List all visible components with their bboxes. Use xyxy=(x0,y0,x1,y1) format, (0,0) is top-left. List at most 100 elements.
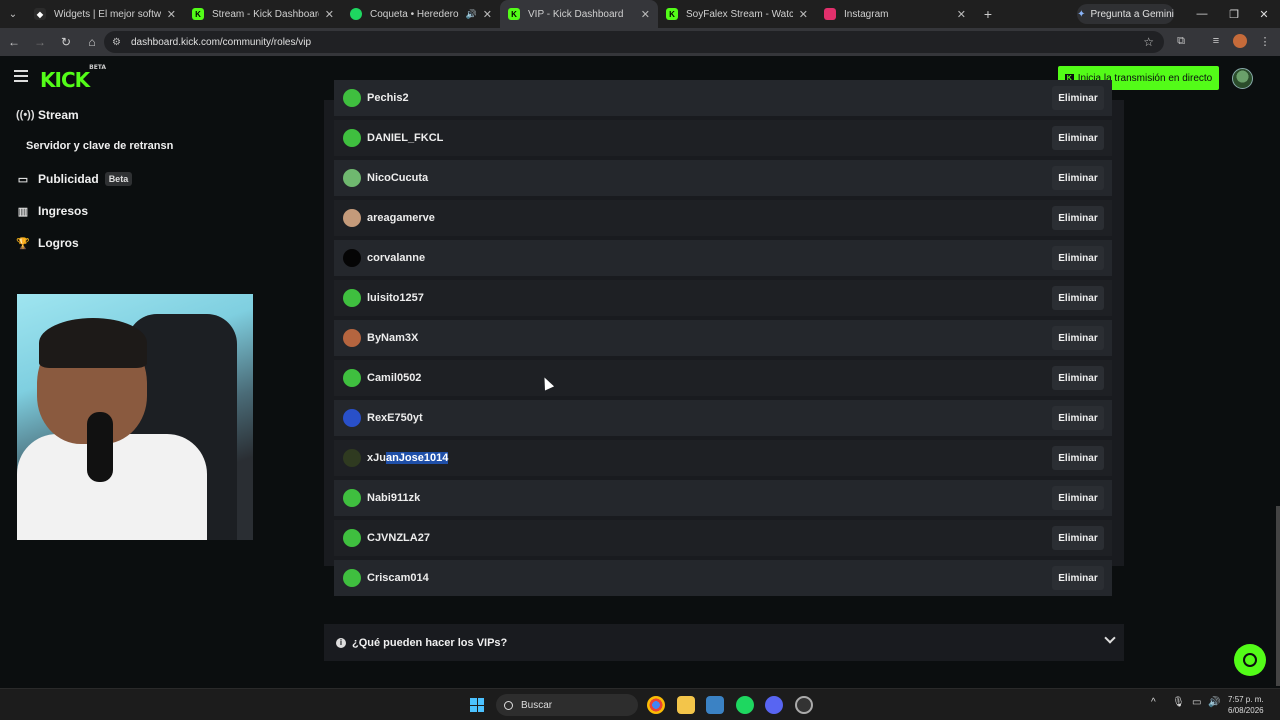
close-tab-icon[interactable]: ✕ xyxy=(799,8,808,21)
remove-vip-button[interactable]: Eliminar xyxy=(1052,126,1104,150)
microphone-icon[interactable]: 🎙 xyxy=(1172,697,1185,708)
vip-avatar[interactable] xyxy=(343,449,361,467)
tab-vip-dashboard[interactable]: K VIP - Kick Dashboard ✕ xyxy=(500,0,658,28)
remove-vip-button[interactable]: Eliminar xyxy=(1052,366,1104,390)
tab-instagram[interactable]: Instagram ✕ xyxy=(816,0,974,28)
user-avatar[interactable] xyxy=(1232,68,1253,89)
vip-avatar[interactable] xyxy=(343,209,361,227)
scrollbar-thumb[interactable] xyxy=(1276,506,1280,686)
bookmark-star-icon[interactable]: ☆ xyxy=(1143,35,1154,49)
vip-username[interactable]: RexE750yt xyxy=(367,412,423,424)
webcam-overlay xyxy=(17,294,253,540)
vip-row: ByNam3X Eliminar xyxy=(334,320,1112,356)
vip-list-panel: Pechis2 Eliminar DANIEL_FKCL Eliminar NicoCu… xyxy=(324,80,1124,596)
remove-vip-button[interactable]: Eliminar xyxy=(1052,206,1104,230)
vip-avatar[interactable] xyxy=(343,129,361,147)
vip-avatar[interactable] xyxy=(343,529,361,547)
vip-username[interactable]: luisito1257 xyxy=(367,292,424,304)
minimize-icon[interactable]: — xyxy=(1186,0,1218,28)
remove-vip-button[interactable]: Eliminar xyxy=(1052,566,1104,590)
spotify-icon[interactable] xyxy=(736,696,754,714)
tab-stream-dashboard[interactable]: K Stream - Kick Dashboard ✕ xyxy=(184,0,342,28)
browser-menu-icon[interactable]: ⋮ xyxy=(1254,30,1276,52)
vip-username[interactable]: Camil0502 xyxy=(367,372,421,384)
vip-avatar[interactable] xyxy=(343,369,361,387)
new-tab-icon[interactable]: + xyxy=(978,6,998,22)
remove-vip-button[interactable]: Eliminar xyxy=(1052,446,1104,470)
vip-faq-accordion[interactable]: i ¿Qué pueden hacer los VIPs? xyxy=(324,624,1124,661)
close-tab-icon[interactable]: ✕ xyxy=(641,8,650,21)
file-explorer-icon[interactable] xyxy=(677,696,695,714)
tab-widgets[interactable]: ◆ Widgets | El mejor software par ✕ xyxy=(26,0,184,28)
kick-logo[interactable]: KICKBETA xyxy=(40,64,106,92)
sidebar-item-stream[interactable]: ((•)) Stream xyxy=(16,108,79,122)
kick-dashboard-page: KICKBETA K Inicia la transmisión en direc… xyxy=(0,56,1280,688)
remove-vip-button[interactable]: Eliminar xyxy=(1052,286,1104,310)
extensions-icon[interactable]: ⧉ xyxy=(1170,30,1192,52)
spotify-favicon-icon xyxy=(350,8,362,20)
tab-soyfalex[interactable]: K SoyFalex Stream - Watch Live o ✕ xyxy=(658,0,816,28)
sidebar-item-achievements[interactable]: 🏆 Logros xyxy=(16,236,79,250)
tray-chevron-icon[interactable]: ^ xyxy=(1151,697,1156,708)
back-icon[interactable]: ← xyxy=(2,30,26,54)
maximize-icon[interactable]: ❐ xyxy=(1218,0,1250,28)
vip-username[interactable]: DANIEL_FKCL xyxy=(367,132,443,144)
sidebar-item-server-key[interactable]: Servidor y clave de retransn xyxy=(26,140,173,152)
menu-icon[interactable] xyxy=(14,70,28,82)
url-bar[interactable]: ⚙ dashboard.kick.com/community/roles/vip… xyxy=(104,31,1164,53)
vip-avatar[interactable] xyxy=(343,329,361,347)
remove-vip-button[interactable]: Eliminar xyxy=(1052,86,1104,110)
vip-username[interactable]: Criscam014 xyxy=(367,572,429,584)
vip-username[interactable]: areagamerve xyxy=(367,212,435,224)
vip-username[interactable]: Nabi911zk xyxy=(367,492,420,504)
vip-username[interactable]: CJVNZLA27 xyxy=(367,532,430,544)
taskbar-search[interactable]: Buscar xyxy=(496,694,638,716)
vip-avatar[interactable] xyxy=(343,289,361,307)
tab-search-icon[interactable]: ⌄ xyxy=(0,0,26,28)
tab-spotify[interactable]: Coqueta • Heredero 🔊 ✕ xyxy=(342,0,500,28)
beta-badge: Beta xyxy=(104,172,133,186)
remove-vip-button[interactable]: Eliminar xyxy=(1052,486,1104,510)
close-tab-icon[interactable]: ✕ xyxy=(483,8,492,21)
windows-start-icon[interactable] xyxy=(470,698,484,712)
reload-icon[interactable]: ↻ xyxy=(54,30,78,54)
network-icon[interactable]: ▭ xyxy=(1192,697,1201,708)
site-info-icon[interactable]: ⚙ xyxy=(112,37,121,48)
vip-avatar[interactable] xyxy=(343,249,361,267)
vip-avatar[interactable] xyxy=(343,89,361,107)
gemini-button[interactable]: ✦ Pregunta a Gemini xyxy=(1077,4,1174,24)
discord-icon[interactable] xyxy=(765,696,783,714)
store-icon[interactable] xyxy=(706,696,724,714)
close-window-icon[interactable]: ✕ xyxy=(1248,0,1280,28)
vip-avatar[interactable] xyxy=(343,409,361,427)
vip-username[interactable]: NicoCucuta xyxy=(367,172,428,184)
settings-icon[interactable] xyxy=(795,696,813,714)
forward-icon[interactable]: → xyxy=(28,30,52,54)
system-clock[interactable]: 7:57 p. m. 6/08/2026 xyxy=(1228,694,1264,716)
remove-vip-button[interactable]: Eliminar xyxy=(1052,326,1104,350)
remove-vip-button[interactable]: Eliminar xyxy=(1052,526,1104,550)
media-control-icon[interactable]: ≡ xyxy=(1205,30,1227,52)
sidebar-item-ads[interactable]: ▭ Publicidad Beta xyxy=(16,172,133,186)
chrome-icon[interactable] xyxy=(647,696,665,714)
speaker-icon[interactable]: 🔊 xyxy=(466,9,477,20)
vip-username[interactable]: ByNam3X xyxy=(367,332,418,344)
sidebar-item-revenue[interactable]: ▥ Ingresos xyxy=(16,204,88,218)
close-tab-icon[interactable]: ✕ xyxy=(325,8,334,21)
vip-avatar[interactable] xyxy=(343,169,361,187)
remove-vip-button[interactable]: Eliminar xyxy=(1052,246,1104,270)
remove-vip-button[interactable]: Eliminar xyxy=(1052,406,1104,430)
profile-icon[interactable] xyxy=(1229,30,1251,52)
vip-avatar[interactable] xyxy=(343,489,361,507)
vip-avatar[interactable] xyxy=(343,569,361,587)
help-chat-button[interactable] xyxy=(1234,644,1266,676)
close-tab-icon[interactable]: ✕ xyxy=(957,8,966,21)
vip-username[interactable]: corvalanne xyxy=(367,252,425,264)
remove-vip-button[interactable]: Eliminar xyxy=(1052,166,1104,190)
volume-icon[interactable]: 🔊 xyxy=(1208,697,1220,708)
vip-row: Camil0502 Eliminar xyxy=(334,360,1112,396)
vip-username[interactable]: xJuanJose1014 xyxy=(367,452,449,464)
close-tab-icon[interactable]: ✕ xyxy=(167,8,176,21)
home-icon[interactable]: ⌂ xyxy=(80,30,104,54)
vip-username[interactable]: Pechis2 xyxy=(367,92,409,104)
